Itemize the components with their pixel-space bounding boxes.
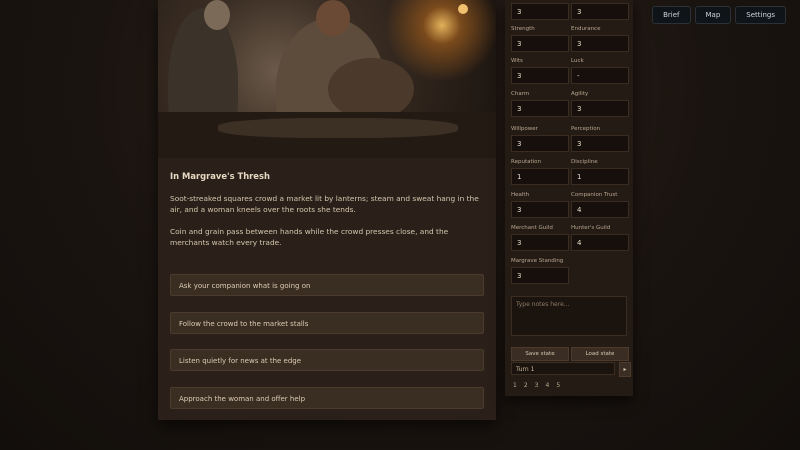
choice-button[interactable]: Follow the crowd to the market stalls	[170, 312, 484, 334]
stat-field: Discipline 1	[571, 159, 629, 185]
top-button-bar: Brief Map Settings	[652, 6, 786, 24]
page-link[interactable]: 4	[545, 382, 549, 389]
stat-label: Margrave Standing	[511, 258, 564, 264]
page-link[interactable]: 1	[513, 382, 517, 389]
stat-field: 3	[571, 0, 629, 20]
stat-label: Charm	[511, 91, 530, 97]
stat-label: Wits	[511, 58, 523, 64]
stat-value[interactable]: 3	[511, 35, 569, 52]
stat-field: 3	[511, 0, 569, 20]
stat-value[interactable]: 1	[571, 168, 629, 185]
stat-value[interactable]: 3	[511, 201, 569, 218]
stat-field: Merchant Guild 3	[511, 225, 569, 251]
choice-button[interactable]: Ask your companion what is going on	[170, 274, 484, 296]
story-text: In Margrave's Thresh Soot-streaked squar…	[170, 170, 484, 259]
stat-value[interactable]: -	[571, 67, 629, 84]
stat-label: Perception	[571, 126, 601, 132]
notes-textarea[interactable]: Type notes here...	[511, 296, 627, 336]
story-paragraph: Soot-streaked squares crowd a market lit…	[170, 194, 479, 215]
load-state-button[interactable]: Load state	[571, 347, 629, 361]
stat-value[interactable]: 3	[511, 135, 569, 152]
stat-value[interactable]: 3	[511, 234, 569, 251]
stat-label: Discipline	[571, 159, 598, 165]
stat-label: Companion Trust	[571, 192, 618, 198]
stat-field: Reputation 1	[511, 159, 569, 185]
stat-label: Endurance	[571, 26, 601, 32]
turn-select[interactable]: Turn 1	[511, 362, 615, 375]
stat-field: Perception 3	[571, 126, 629, 152]
story-title: In Margrave's Thresh	[170, 171, 270, 181]
stat-field: Agility 3	[571, 91, 629, 117]
choice-button[interactable]: Listen quietly for news at the edge	[170, 349, 484, 371]
stat-label: Luck	[571, 58, 584, 64]
stat-field: Charm 3	[511, 91, 569, 117]
stats-sidebar: 3 3 Strength 3 Endurance 3 Wits 3 Luck -…	[505, 0, 633, 396]
stat-label: Hunter's Guild	[571, 225, 611, 231]
pagination: 1 2 3 4 5	[513, 382, 560, 389]
stat-label: Health	[511, 192, 530, 198]
stat-field: Strength 3	[511, 26, 569, 52]
stat-field: Health 3	[511, 192, 569, 218]
story-paragraph: Coin and grain pass between hands while …	[170, 226, 449, 248]
stat-value[interactable]: 3	[511, 67, 569, 84]
page-link[interactable]: 2	[524, 382, 528, 389]
scene-illustration	[158, 0, 496, 158]
stat-field: Hunter's Guild 4	[571, 225, 629, 251]
stat-value[interactable]: 4	[571, 234, 629, 251]
stat-label: Reputation	[511, 159, 541, 165]
stat-value[interactable]: 3	[571, 135, 629, 152]
stat-label: Agility	[571, 91, 589, 97]
story-panel: In Margrave's Thresh Soot-streaked squar…	[158, 0, 496, 420]
turn-select-button[interactable]: ▸	[619, 362, 631, 377]
stat-value[interactable]: 3	[511, 267, 569, 284]
stat-label	[571, 0, 629, 2]
brief-button[interactable]: Brief	[652, 6, 691, 24]
stat-value[interactable]: 1	[511, 168, 569, 185]
map-button[interactable]: Map	[694, 6, 732, 24]
stat-value[interactable]: 3	[571, 100, 629, 117]
stat-label: Willpower	[511, 126, 538, 132]
page-link[interactable]: 5	[556, 382, 560, 389]
save-state-button[interactable]: Save state	[511, 347, 569, 361]
stat-field: Companion Trust 4	[571, 192, 629, 218]
stat-value[interactable]: 4	[571, 201, 629, 218]
stat-label: Merchant Guild	[511, 225, 553, 231]
stat-field: Margrave Standing 3	[511, 258, 569, 284]
settings-button[interactable]: Settings	[735, 6, 786, 24]
stat-value[interactable]: 3	[571, 3, 629, 20]
stat-field: Luck -	[571, 58, 629, 84]
choice-button[interactable]: Approach the woman and offer help	[170, 387, 484, 409]
stat-field: Endurance 3	[571, 26, 629, 52]
stat-value[interactable]: 3	[511, 100, 569, 117]
stat-value[interactable]: 3	[511, 3, 569, 20]
stat-label: Strength	[511, 26, 535, 32]
stat-value[interactable]: 3	[571, 35, 629, 52]
page-link[interactable]: 3	[535, 382, 539, 389]
stat-label	[511, 0, 569, 2]
stat-field: Wits 3	[511, 58, 569, 84]
stat-field: Willpower 3	[511, 126, 569, 152]
